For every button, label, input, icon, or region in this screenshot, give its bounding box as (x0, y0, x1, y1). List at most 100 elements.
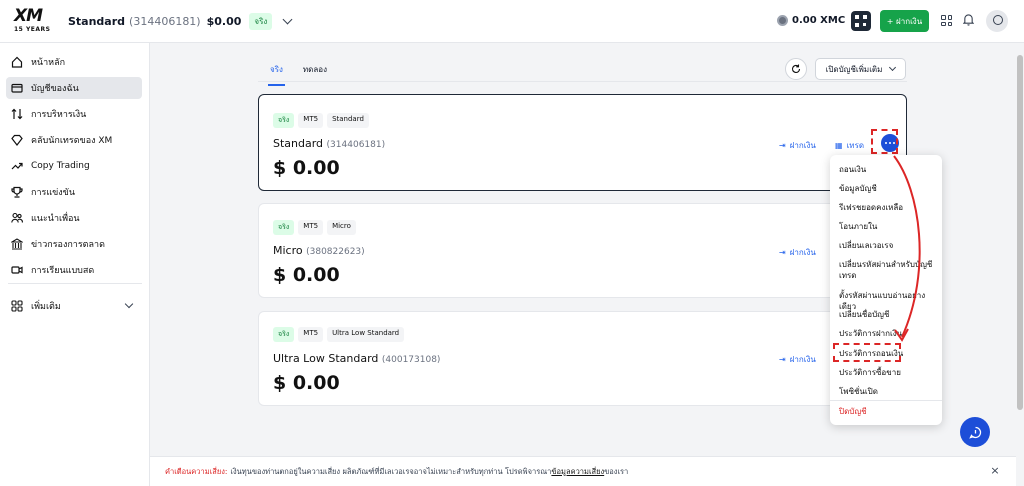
sidebar-item-label: ข่าวกรองการตลาด (31, 240, 105, 250)
video-icon (11, 264, 23, 276)
deposit-button[interactable]: + ฝากเงิน (880, 10, 929, 32)
deposit-link[interactable]: ⇥ ฝากเงิน (779, 353, 816, 366)
sidebar-item-funds[interactable]: การบริหารเงิน (6, 103, 142, 125)
deposit-link-label: ฝากเงิน (789, 355, 816, 364)
account-number: (380822623) (306, 247, 365, 257)
apps-grid-icon[interactable] (941, 15, 952, 26)
sidebar-item-loyalty[interactable]: คลับนักเทรดของ XM (6, 129, 142, 151)
chip-real: จริง (273, 113, 295, 128)
chevron-down-icon (124, 299, 134, 309)
diamond-icon (11, 134, 23, 146)
account-balance: $ 0.00 (273, 264, 340, 286)
tab-real[interactable]: จริง (268, 63, 285, 86)
sidebar-item-label: Copy Trading (31, 161, 90, 171)
risk-info-link[interactable]: ข้อมูลความเสี่ยง (551, 466, 604, 478)
account-number: (400173108) (381, 355, 441, 365)
open-account-label: เปิดบัญชีเพิ่มเติม (825, 64, 883, 74)
sidebar-item-label: บัญชีของฉัน (31, 84, 79, 94)
chevron-down-icon (889, 63, 897, 72)
wallet-icon (11, 82, 23, 94)
risk-warning-label: คำเตือนความเสี่ยง: (165, 466, 228, 476)
sidebar-item-label: การบริหารเงิน (31, 110, 87, 120)
transfer-icon (11, 108, 23, 120)
chip-platform: MT5 (298, 220, 324, 235)
account-card[interactable]: จริง MT5 Standard Standard (314406181) $… (258, 94, 907, 191)
account-type-badge: จริง (249, 13, 273, 30)
qr-code-button[interactable] (851, 11, 871, 31)
sidebar-item-more[interactable]: เพิ่มเติม (6, 295, 142, 317)
chip-type: Standard (327, 113, 369, 128)
account-number: (314406181) (129, 15, 201, 28)
deposit-link[interactable]: ⇥ ฝากเงิน (779, 139, 816, 152)
login-arrow-icon: ⇥ (779, 248, 786, 257)
logo-subtext: 15 YEARS (14, 26, 51, 33)
account-balance: $ 0.00 (273, 372, 340, 394)
risk-warning-text: เงินทุนของท่านตกอยู่ในความเสี่ยง ผลิตภัณ… (230, 466, 552, 476)
login-arrow-icon: ⇥ (779, 141, 786, 150)
chip-platform: MT5 (298, 327, 324, 342)
xm-logo[interactable]: XM 15 YEARS (14, 8, 52, 36)
sidebar-item-my-accounts[interactable]: บัญชีของฉัน (6, 77, 142, 99)
menu-item-trade-history[interactable]: ประวัติการซื้อขาย (839, 367, 939, 378)
coin-icon (777, 15, 788, 26)
chat-support-button[interactable] (960, 417, 990, 447)
chat-icon (968, 426, 981, 439)
sidebar-item-home[interactable]: หน้าหลัก (6, 51, 142, 73)
sidebar-item-market-intel[interactable]: ข่าวกรองการตลาด (6, 233, 142, 255)
account-name: Standard (68, 15, 126, 28)
chip-type: Ultra Low Standard (327, 327, 405, 342)
user-avatar[interactable] (986, 10, 1008, 32)
tabs-divider (258, 81, 907, 82)
sidebar-divider (8, 283, 142, 284)
sidebar-item-label: การเรียนแบบสด (31, 266, 95, 276)
account-name: Micro (273, 244, 303, 257)
logo-text: XM (14, 6, 43, 26)
chip-type: Micro (327, 220, 356, 235)
deposit-link-label: ฝากเงิน (789, 141, 816, 150)
risk-warning-bar: คำเตือนความเสี่ยง: เงินทุนของท่านตกอยู่ใ… (150, 456, 1016, 486)
sidebar-item-label: หน้าหลัก (31, 58, 66, 68)
xmc-balance-text: 0.00 XMC (792, 15, 846, 26)
sidebar-item-competitions[interactable]: การแข่งขัน (6, 181, 142, 203)
bell-icon[interactable] (963, 14, 974, 26)
xmc-balance[interactable]: 0.00 XMC (777, 15, 845, 26)
scrollbar[interactable] (1016, 43, 1024, 486)
building-icon (10, 238, 24, 250)
chip-platform: MT5 (298, 113, 324, 128)
sidebar-item-copy-trading[interactable]: Copy Trading (6, 155, 142, 177)
sidebar-item-live-education[interactable]: การเรียนแบบสด (6, 259, 142, 281)
chip-real: จริง (273, 327, 295, 342)
account-name: Standard (273, 137, 324, 150)
account-chips: จริง MT5 Ultra Low Standard (273, 327, 405, 342)
menu-item-open-positions[interactable]: โพซิชั่นเปิด (839, 386, 939, 397)
chip-real: จริง (273, 220, 295, 235)
menu-item-close-account[interactable]: ปิดบัญชี (839, 406, 939, 417)
trade-link[interactable]: ▦ เทรด (835, 139, 864, 152)
account-name: Ultra Low Standard (273, 352, 379, 365)
top-bar: XM 15 YEARS Standard (314406181) $0.00 จ… (0, 0, 1024, 43)
login-arrow-icon: ⇥ (779, 355, 786, 364)
deposit-link[interactable]: ⇥ ฝากเงิน (779, 246, 816, 259)
tab-demo[interactable]: ทดลอง (303, 63, 327, 86)
menu-divider (830, 400, 942, 401)
refresh-button[interactable] (785, 58, 807, 80)
sidebar-item-label: การแข่งขัน (31, 188, 75, 198)
chevron-down-icon (282, 14, 293, 25)
open-account-button[interactable]: เปิดบัญชีเพิ่มเติม (815, 58, 906, 80)
account-chips: จริง MT5 Micro (273, 220, 356, 235)
account-card[interactable]: จริง MT5 Micro Micro (380822623) $ 0.00 … (258, 203, 907, 298)
sidebar-item-label: คลับนักเทรดของ XM (31, 136, 113, 146)
account-tabs: จริง ทดลอง (268, 63, 327, 86)
account-switcher[interactable]: Standard (314406181) $0.00 จริง (68, 13, 293, 30)
account-title: Standard (314406181) (273, 137, 385, 150)
refresh-icon (792, 64, 801, 73)
account-card[interactable]: จริง MT5 Ultra Low Standard Ultra Low St… (258, 311, 907, 406)
close-icon[interactable]: × (990, 465, 1000, 476)
home-icon (11, 56, 23, 68)
sidebar-item-refer-friend[interactable]: แนะนำเพื่อน (6, 207, 142, 229)
more-grid-icon (11, 300, 23, 312)
annotation-arrow (893, 155, 921, 342)
friends-icon (11, 212, 23, 224)
trend-icon (11, 160, 23, 172)
account-title: Micro (380822623) (273, 244, 365, 257)
